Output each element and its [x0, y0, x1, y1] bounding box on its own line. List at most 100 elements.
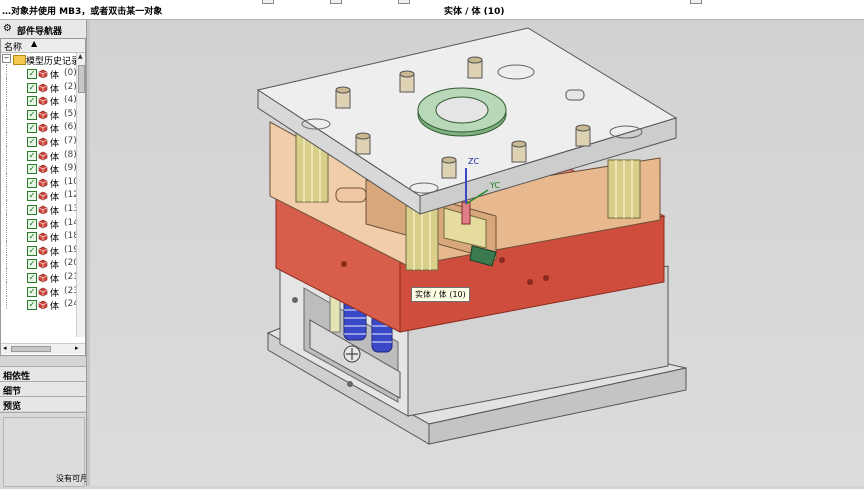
scroll-thumb-horizontal[interactable] — [11, 346, 51, 352]
tree-connector — [6, 200, 8, 214]
visibility-checkbox[interactable]: ✓ — [27, 164, 37, 175]
body-label: 体 — [50, 71, 60, 81]
scroll-left-icon[interactable]: ◂ — [3, 344, 7, 352]
solid-body-icon — [38, 192, 48, 201]
guide-pillar[interactable] — [607, 159, 641, 219]
visibility-checkbox[interactable]: ✓ — [27, 245, 37, 256]
body-label: 体 — [50, 125, 60, 136]
bolt-hole — [347, 381, 353, 387]
tree-node-body[interactable]: ✓ 体 (5) — [1, 104, 77, 122]
status-bar: …对象并使用 MB3，或者双击某一对象 实体 / 体 (10) — [0, 0, 864, 20]
visibility-checkbox[interactable]: ✓ — [27, 218, 37, 229]
tree-node-body[interactable]: ✓ 体 (18 — [1, 227, 79, 244]
body-number: (5) — [64, 108, 77, 119]
mold-assembly-model[interactable]: ZC YC — [90, 20, 864, 486]
locating-ring[interactable] — [417, 87, 507, 137]
tree-connector — [6, 77, 8, 92]
visibility-checkbox[interactable]: ✓ — [27, 286, 37, 297]
tree-node-body[interactable]: ✓ 体 (23 — [1, 281, 79, 299]
panel-preview[interactable]: 预览 — [0, 396, 86, 412]
solid-body-icon — [38, 219, 48, 228]
part-navigator-tree[interactable]: 名称 ▲ − 模型历史记录 ✓ 体 (0) ✓ 体 (2) ✓ 体 (4) ✓ 体 (5) ✓ 体 (6) ✓… — [0, 38, 86, 356]
visibility-checkbox[interactable]: ✓ — [27, 191, 37, 202]
tree-connector — [6, 118, 8, 133]
tree-connector — [6, 159, 8, 174]
tree-node-body[interactable]: ✓ 体 (20 — [1, 254, 79, 271]
body-label: 体 — [50, 220, 60, 231]
visibility-checkbox[interactable]: ✓ — [27, 137, 37, 147]
body-label: 体 — [50, 247, 60, 258]
body-label: 体 — [50, 275, 60, 285]
tree-node-body[interactable]: ✓ 体 (8) — [1, 145, 77, 163]
tree-node-model-history[interactable]: − 模型历史记录 — [1, 53, 80, 67]
scroll-thumb[interactable] — [78, 65, 85, 93]
part-navigator-title: 部件导航器 — [17, 27, 63, 37]
body-label: 体 — [50, 152, 60, 163]
solid-body-icon — [38, 124, 48, 133]
model-history-label: 模型历史记录 — [26, 57, 81, 67]
tree-node-body[interactable]: ✓ 体 (0) — [1, 64, 77, 81]
toolbar-tick[interactable] — [398, 0, 410, 4]
tree-node-body[interactable]: ✓ 体 (10 — [1, 172, 79, 190]
body-label: 体 — [50, 98, 60, 109]
tree-node-body[interactable]: ✓ 体 (19 — [1, 240, 79, 258]
tree-connector — [6, 227, 8, 242]
visibility-checkbox[interactable]: ✓ — [27, 259, 37, 270]
body-label: 体 — [50, 207, 60, 217]
tree-node-body[interactable]: ✓ 体 (2) — [1, 77, 77, 95]
tree-node-body[interactable]: ✓ 体 (24 — [1, 295, 79, 312]
guide-pillar[interactable] — [405, 205, 439, 271]
toolbar-tick[interactable] — [690, 0, 702, 4]
visibility-checkbox[interactable]: ✓ — [27, 109, 37, 120]
panel-details[interactable]: 细节 — [0, 381, 86, 397]
solid-body-icon — [38, 232, 48, 242]
scroll-right-icon[interactable]: ▸ — [75, 344, 79, 352]
tree-vertical-scrollbar[interactable]: ▲ — [76, 53, 85, 337]
tree-node-body[interactable]: ✓ 体 (4) — [1, 91, 77, 109]
body-number: (4) — [64, 95, 77, 106]
solid-body-icon — [38, 260, 48, 269]
toolbar-tick[interactable] — [262, 0, 274, 4]
solid-body-icon — [38, 300, 48, 310]
tree-node-body[interactable]: ✓ 体 (7) — [1, 132, 77, 149]
tree-node-body[interactable]: ✓ 体 (21 — [1, 268, 79, 285]
graphics-viewport[interactable]: ZC YC — [90, 20, 864, 486]
tree-connector — [6, 254, 8, 269]
body-label: 体 — [50, 84, 60, 95]
visibility-checkbox[interactable]: ✓ — [27, 273, 37, 283]
visibility-checkbox[interactable]: ✓ — [27, 177, 37, 188]
tree-node-body[interactable]: ✓ 体 (14 — [1, 213, 79, 231]
solid-body-icon — [38, 273, 48, 283]
visibility-checkbox[interactable]: ✓ — [27, 205, 37, 215]
tree-connector — [6, 295, 8, 310]
body-label: 体 — [50, 139, 60, 149]
tree-node-body[interactable]: ✓ 体 (13 — [1, 200, 79, 217]
tree-node-body[interactable]: ✓ 体 (12 — [1, 186, 79, 203]
sort-ascending-icon[interactable]: ▲ — [31, 39, 37, 48]
body-label: 体 — [50, 111, 60, 122]
visibility-checkbox[interactable]: ✓ — [27, 232, 37, 243]
column-header-name[interactable]: 名称 ▲ — [1, 39, 85, 53]
collapse-icon[interactable]: − — [2, 54, 11, 63]
visibility-checkbox[interactable]: ✓ — [27, 96, 37, 107]
status-prompt: …对象并使用 MB3，或者双击某一对象 — [2, 7, 163, 17]
visibility-checkbox[interactable]: ✓ — [27, 150, 37, 161]
visibility-checkbox[interactable]: ✓ — [27, 82, 37, 93]
scroll-up-icon[interactable]: ▲ — [78, 53, 83, 60]
tree-node-body[interactable]: ✓ 体 (9) — [1, 159, 77, 176]
panel-dependencies[interactable]: 相依性 — [0, 366, 86, 382]
solid-body-icon — [38, 83, 48, 92]
axis-y-label: YC — [489, 181, 500, 190]
body-number: (0) — [64, 68, 77, 78]
visibility-checkbox[interactable]: ✓ — [27, 300, 37, 311]
tree-connector — [6, 104, 8, 119]
solid-body-icon — [38, 151, 48, 160]
tree-connector — [6, 145, 8, 160]
visibility-checkbox[interactable]: ✓ — [27, 69, 37, 79]
toolbar-tick[interactable] — [330, 0, 342, 4]
tree-node-body[interactable]: ✓ 体 (6) — [1, 118, 77, 136]
tree-horizontal-scrollbar[interactable]: ◂ ▸ — [1, 343, 85, 354]
visibility-checkbox[interactable]: ✓ — [27, 123, 37, 134]
body-label: 体 — [50, 288, 60, 299]
side-cylinder[interactable] — [335, 187, 367, 203]
